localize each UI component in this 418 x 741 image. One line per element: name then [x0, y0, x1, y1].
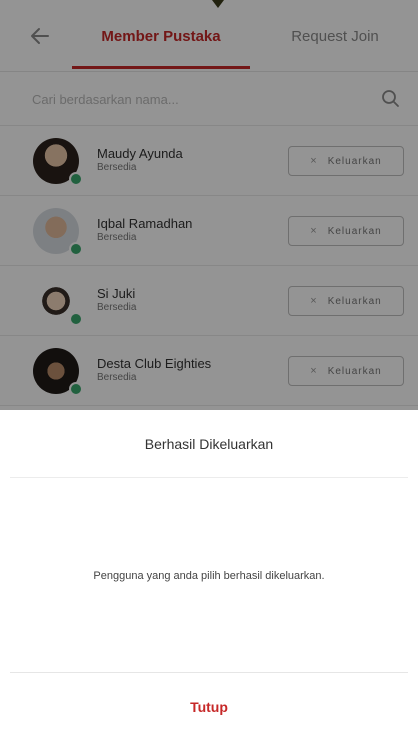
tutup-button[interactable]: Tutup	[10, 673, 408, 741]
modal-overlay[interactable]	[0, 0, 418, 410]
dialog-title: Berhasil Dikeluarkan	[10, 410, 408, 478]
dialog-message: Pengguna yang anda pilih berhasil dikelu…	[93, 570, 325, 582]
success-dialog: Berhasil Dikeluarkan Pengguna yang anda …	[10, 410, 408, 741]
